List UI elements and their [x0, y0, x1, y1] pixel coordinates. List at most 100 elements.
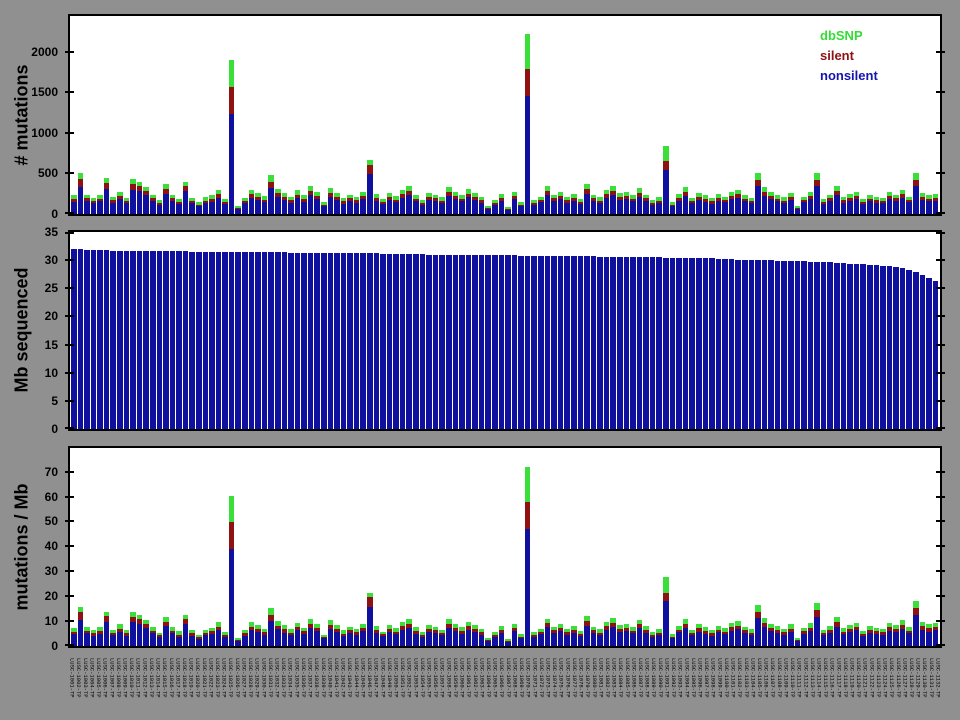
- bar-segment-nonsilent: [663, 170, 669, 214]
- x-tick-label-sample-id: LUSC-1065-TP: [492, 658, 498, 720]
- bar-segment-nonsilent: [696, 200, 702, 214]
- x-tick-label-sample-id: LUSC-1008-TP: [115, 658, 121, 720]
- bar-segment-mb-sequenced: [564, 256, 570, 429]
- x-tick-label-sample-id: LUSC-1121-TP: [862, 658, 868, 720]
- bar-segment-mb-sequenced: [729, 259, 735, 429]
- bar-segment-nonsilent: [683, 628, 689, 646]
- bar-sample: [485, 16, 491, 214]
- bar-sample: [801, 448, 807, 646]
- y-tick-mark: [65, 471, 74, 473]
- bar-sample: [775, 232, 781, 429]
- bar-segment-nonsilent: [400, 198, 406, 214]
- bar-segment-mb-sequenced: [742, 260, 748, 429]
- x-tick-label-sample-id: LUSC-1056-TP: [433, 658, 439, 720]
- bar-sample: [216, 16, 222, 214]
- bar-segment-nonsilent: [867, 201, 873, 214]
- legend-item-silent: silent: [820, 46, 878, 66]
- bar-segment-nonsilent: [137, 624, 143, 646]
- bar-sample: [426, 232, 432, 429]
- bar-sample: [387, 16, 393, 214]
- bar-sample: [328, 448, 334, 646]
- bar-sample: [249, 232, 255, 429]
- x-tick-label-sample-id: LUSC-1086-TP: [631, 658, 637, 720]
- y-tick-label: 40: [0, 539, 58, 553]
- bar-sample: [768, 16, 774, 214]
- bar-segment-nonsilent: [847, 201, 853, 214]
- bar-sample: [209, 232, 215, 429]
- bar-sample: [433, 16, 439, 214]
- bar-sample: [235, 16, 241, 214]
- bar-segment-nonsilent: [716, 632, 722, 646]
- bar-segment-nonsilent: [387, 632, 393, 646]
- x-tick-label-sample-id: LUSC-1002-TP: [76, 658, 82, 720]
- bar-sample: [893, 448, 899, 646]
- bar-sample: [110, 16, 116, 214]
- bar-sample: [755, 16, 761, 214]
- bar-sample: [328, 16, 334, 214]
- bar-segment-nonsilent: [170, 633, 176, 646]
- bar-sample: [689, 232, 695, 429]
- bar-sample: [624, 16, 630, 214]
- x-tick-label-sample-id: LUSC-1038-TP: [314, 658, 320, 720]
- bar-segment-mb-sequenced: [637, 257, 643, 429]
- x-tick-label-sample-id: LUSC-1032-TP: [274, 658, 280, 720]
- x-tick-label-sample-id: LUSC-1105-TP: [756, 658, 762, 720]
- y-tick-mark: [936, 620, 945, 622]
- bar-segment-nonsilent: [571, 201, 577, 214]
- bar-sample: [321, 448, 327, 646]
- bar-sample: [314, 16, 320, 214]
- bar-sample: [906, 232, 912, 429]
- bar-segment-nonsilent: [656, 635, 662, 646]
- bar-sample: [597, 16, 603, 214]
- bar-sample: [203, 448, 209, 646]
- bar-segment-silent: [78, 179, 84, 187]
- bar-segment-nonsilent: [834, 627, 840, 646]
- y-tick-label: 60: [0, 490, 58, 504]
- x-tick-label-sample-id: LUSC-1114-TP: [816, 658, 822, 720]
- bar-segment-mb-sequenced: [571, 256, 577, 429]
- bar-segment-dbsnp: [913, 173, 919, 180]
- bar-segment-nonsilent: [124, 203, 130, 214]
- bar-sample: [499, 448, 505, 646]
- bar-segment-nonsilent: [203, 635, 209, 646]
- bar-sample: [663, 448, 669, 646]
- bar-segment-nonsilent: [367, 174, 373, 214]
- bar-sample: [834, 448, 840, 646]
- bar-segment-mb-sequenced: [406, 254, 412, 429]
- bar-sample: [71, 16, 77, 214]
- bar-segment-mb-sequenced: [183, 251, 189, 429]
- x-tick-label-sample-id: LUSC-1028-TP: [247, 658, 253, 720]
- bar-segment-nonsilent: [801, 634, 807, 646]
- bar-sample: [189, 448, 195, 646]
- bar-segment-dbsnp: [525, 34, 531, 69]
- y-tick-mark: [936, 545, 945, 547]
- bar-segment-nonsilent: [610, 195, 616, 214]
- bar-segment-nonsilent: [617, 632, 623, 646]
- bar-segment-mb-sequenced: [117, 251, 123, 429]
- bar-segment-mb-sequenced: [84, 250, 90, 429]
- bar-sample: [512, 232, 518, 429]
- x-tick-label-sample-id: LUSC-1127-TP: [902, 658, 908, 720]
- y-tick-mark: [936, 287, 945, 289]
- bar-segment-nonsilent: [314, 199, 320, 214]
- bar-segment-dbsnp: [913, 601, 919, 609]
- bar-sample: [847, 232, 853, 429]
- bar-sample: [472, 232, 478, 429]
- bar-sample: [255, 448, 261, 646]
- bar-sample: [676, 448, 682, 646]
- bar-segment-mb-sequenced: [485, 255, 491, 429]
- bar-segment-nonsilent: [479, 203, 485, 214]
- bar-segment-nonsilent: [374, 201, 380, 214]
- bar-sample: [887, 232, 893, 429]
- bar-sample: [512, 16, 518, 214]
- y-tick-mark: [936, 496, 945, 498]
- bar-segment-mb-sequenced: [354, 253, 360, 429]
- bar-sample: [439, 448, 445, 646]
- y-tick-mark: [936, 344, 945, 346]
- y-tick-label: 70: [0, 465, 58, 479]
- x-tick-label-sample-id: LUSC-1016-TP: [168, 658, 174, 720]
- x-tick-label-sample-id: LUSC-1075-TP: [558, 658, 564, 720]
- bar-sample: [472, 448, 478, 646]
- bar-segment-mb-sequenced: [235, 252, 241, 429]
- bar-segment-mb-sequenced: [722, 259, 728, 429]
